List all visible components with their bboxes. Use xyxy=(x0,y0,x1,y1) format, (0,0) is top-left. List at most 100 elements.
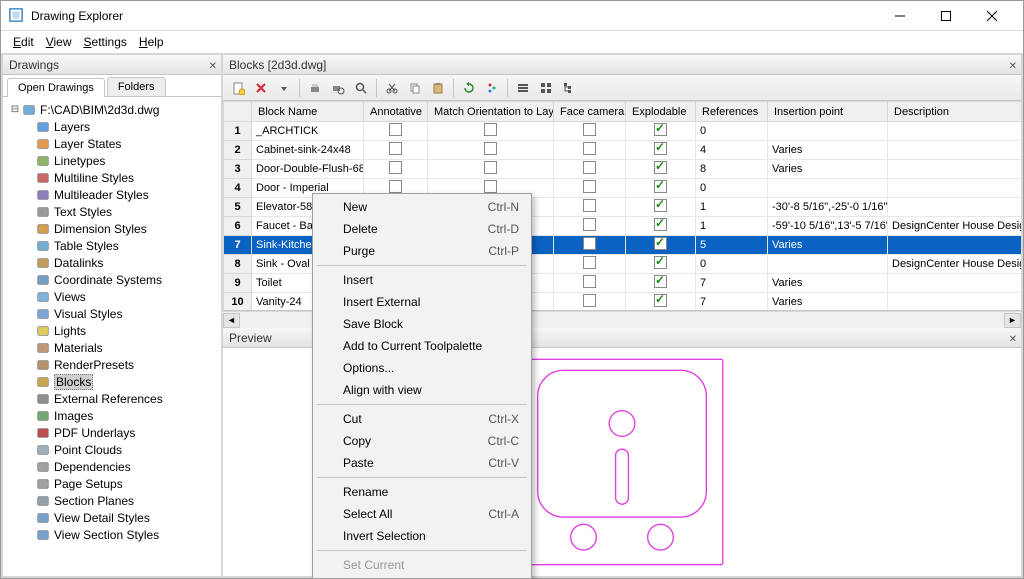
tree-item-section-planes[interactable]: Section Planes xyxy=(3,492,221,509)
tree-item-materials[interactable]: Materials xyxy=(3,339,221,356)
cell-explodable[interactable] xyxy=(626,236,696,255)
refresh-icon[interactable] xyxy=(458,77,480,99)
tree-item-dimension-styles[interactable]: Dimension Styles xyxy=(3,220,221,237)
tree-item-blocks[interactable]: Blocks xyxy=(3,373,221,390)
view-icons-icon[interactable] xyxy=(535,77,557,99)
tree-item-images[interactable]: Images xyxy=(3,407,221,424)
view-tree-icon[interactable] xyxy=(558,77,580,99)
drawings-tree[interactable]: ⊟F:\CAD\BIM\2d3d.dwgLayersLayer StatesLi… xyxy=(3,97,221,576)
maximize-button[interactable] xyxy=(923,1,969,31)
scroll-right-icon[interactable]: ► xyxy=(1004,313,1021,328)
checkbox-icon[interactable] xyxy=(583,218,596,231)
checkbox-icon[interactable] xyxy=(583,180,596,193)
checkbox-icon[interactable] xyxy=(583,142,596,155)
checkbox-icon[interactable] xyxy=(583,294,596,307)
checkbox-icon[interactable] xyxy=(583,199,596,212)
checkbox-icon[interactable] xyxy=(654,218,667,231)
menu-view[interactable]: View xyxy=(40,33,78,51)
cell-block-name[interactable]: Door-Double-Flush-68x80 xyxy=(252,160,364,179)
cell-explodable[interactable] xyxy=(626,179,696,198)
checkbox-icon[interactable] xyxy=(583,161,596,174)
ctx-insert-external[interactable]: Insert External xyxy=(315,291,529,313)
tree-item-table-styles[interactable]: Table Styles xyxy=(3,237,221,254)
drawings-panel-close-icon[interactable]: ✕ xyxy=(209,57,217,77)
col-header-rownum[interactable] xyxy=(224,102,252,122)
ctx-paste[interactable]: PasteCtrl-V xyxy=(315,452,529,474)
ctx-purge[interactable]: PurgeCtrl-P xyxy=(315,240,529,262)
tree-item-external-references[interactable]: External References xyxy=(3,390,221,407)
col-header-face-camera[interactable]: Face camera xyxy=(554,102,626,122)
checkbox-icon[interactable] xyxy=(654,294,667,307)
cell-annotative[interactable] xyxy=(364,122,428,141)
print-icon[interactable] xyxy=(304,77,326,99)
tree-item-layer-states[interactable]: Layer States xyxy=(3,135,221,152)
table-row[interactable]: 1_ARCHTICK0 xyxy=(224,122,1022,141)
tree-item-view-section-styles[interactable]: View Section Styles xyxy=(3,526,221,543)
cell-block-name[interactable]: Cabinet-sink-24x48 xyxy=(252,141,364,160)
col-header-block-name[interactable]: Block Name xyxy=(252,102,364,122)
checkbox-icon[interactable] xyxy=(654,142,667,155)
cell-face-camera[interactable] xyxy=(554,236,626,255)
tree-item-views[interactable]: Views xyxy=(3,288,221,305)
ctx-add-to-current-toolpalette[interactable]: Add to Current Toolpalette xyxy=(315,335,529,357)
checkbox-icon[interactable] xyxy=(484,123,497,136)
tree-item-text-styles[interactable]: Text Styles xyxy=(3,203,221,220)
cell-explodable[interactable] xyxy=(626,141,696,160)
ctx-new[interactable]: NewCtrl-N xyxy=(315,196,529,218)
tree-item-lights[interactable]: Lights xyxy=(3,322,221,339)
cell-annotative[interactable] xyxy=(364,160,428,179)
col-header-match-orientation-to-layout[interactable]: Match Orientation to Layout xyxy=(428,102,554,122)
ctx-save-block[interactable]: Save Block xyxy=(315,313,529,335)
menu-settings[interactable]: Settings xyxy=(78,33,133,51)
col-header-references[interactable]: References xyxy=(696,102,768,122)
minimize-button[interactable] xyxy=(877,1,923,31)
checkbox-icon[interactable] xyxy=(654,237,667,250)
close-button[interactable] xyxy=(969,1,1015,31)
col-header-explodable[interactable]: Explodable xyxy=(626,102,696,122)
cell-explodable[interactable] xyxy=(626,160,696,179)
checkbox-icon[interactable] xyxy=(583,237,596,250)
tree-item-view-detail-styles[interactable]: View Detail Styles xyxy=(3,509,221,526)
checkbox-icon[interactable] xyxy=(389,123,402,136)
ctx-invert-selection[interactable]: Invert Selection xyxy=(315,525,529,547)
settings-icon[interactable] xyxy=(481,77,503,99)
table-row[interactable]: 2Cabinet-sink-24x484Varies xyxy=(224,141,1022,160)
tree-item-multiline-styles[interactable]: Multiline Styles xyxy=(3,169,221,186)
cell-explodable[interactable] xyxy=(626,255,696,274)
cell-face-camera[interactable] xyxy=(554,122,626,141)
checkbox-icon[interactable] xyxy=(583,275,596,288)
tree-root[interactable]: ⊟F:\CAD\BIM\2d3d.dwg xyxy=(3,101,221,118)
ctx-cut[interactable]: CutCtrl-X xyxy=(315,408,529,430)
checkbox-icon[interactable] xyxy=(389,142,402,155)
cell-face-camera[interactable] xyxy=(554,141,626,160)
paste-icon[interactable] xyxy=(427,77,449,99)
context-menu[interactable]: NewCtrl-NDeleteCtrl-DPurgeCtrl-PInsertIn… xyxy=(312,193,532,579)
cell-explodable[interactable] xyxy=(626,274,696,293)
preview-panel-close-icon[interactable]: ✕ xyxy=(1009,330,1017,350)
checkbox-icon[interactable] xyxy=(654,275,667,288)
checkbox-icon[interactable] xyxy=(484,142,497,155)
tree-item-coordinate-systems[interactable]: Coordinate Systems xyxy=(3,271,221,288)
view-details-icon[interactable] xyxy=(512,77,534,99)
checkbox-icon[interactable] xyxy=(654,199,667,212)
checkbox-icon[interactable] xyxy=(583,256,596,269)
find-icon[interactable] xyxy=(350,77,372,99)
cell-explodable[interactable] xyxy=(626,293,696,312)
checkbox-icon[interactable] xyxy=(654,161,667,174)
cell-match-orientation[interactable] xyxy=(428,122,554,141)
menu-edit[interactable]: Edit xyxy=(7,33,40,51)
cell-explodable[interactable] xyxy=(626,198,696,217)
cell-match-orientation[interactable] xyxy=(428,160,554,179)
tree-item-pdf-underlays[interactable]: PDF Underlays xyxy=(3,424,221,441)
tab-folders[interactable]: Folders xyxy=(107,77,166,96)
table-row[interactable]: 3Door-Double-Flush-68x808Varies xyxy=(224,160,1022,179)
checkbox-icon[interactable] xyxy=(654,256,667,269)
cell-face-camera[interactable] xyxy=(554,198,626,217)
checkbox-icon[interactable] xyxy=(484,180,497,193)
tree-item-dependencies[interactable]: Dependencies xyxy=(3,458,221,475)
tree-item-page-setups[interactable]: Page Setups xyxy=(3,475,221,492)
cell-face-camera[interactable] xyxy=(554,274,626,293)
scroll-left-icon[interactable]: ◄ xyxy=(223,313,240,328)
ctx-rename[interactable]: Rename xyxy=(315,481,529,503)
cell-face-camera[interactable] xyxy=(554,293,626,312)
